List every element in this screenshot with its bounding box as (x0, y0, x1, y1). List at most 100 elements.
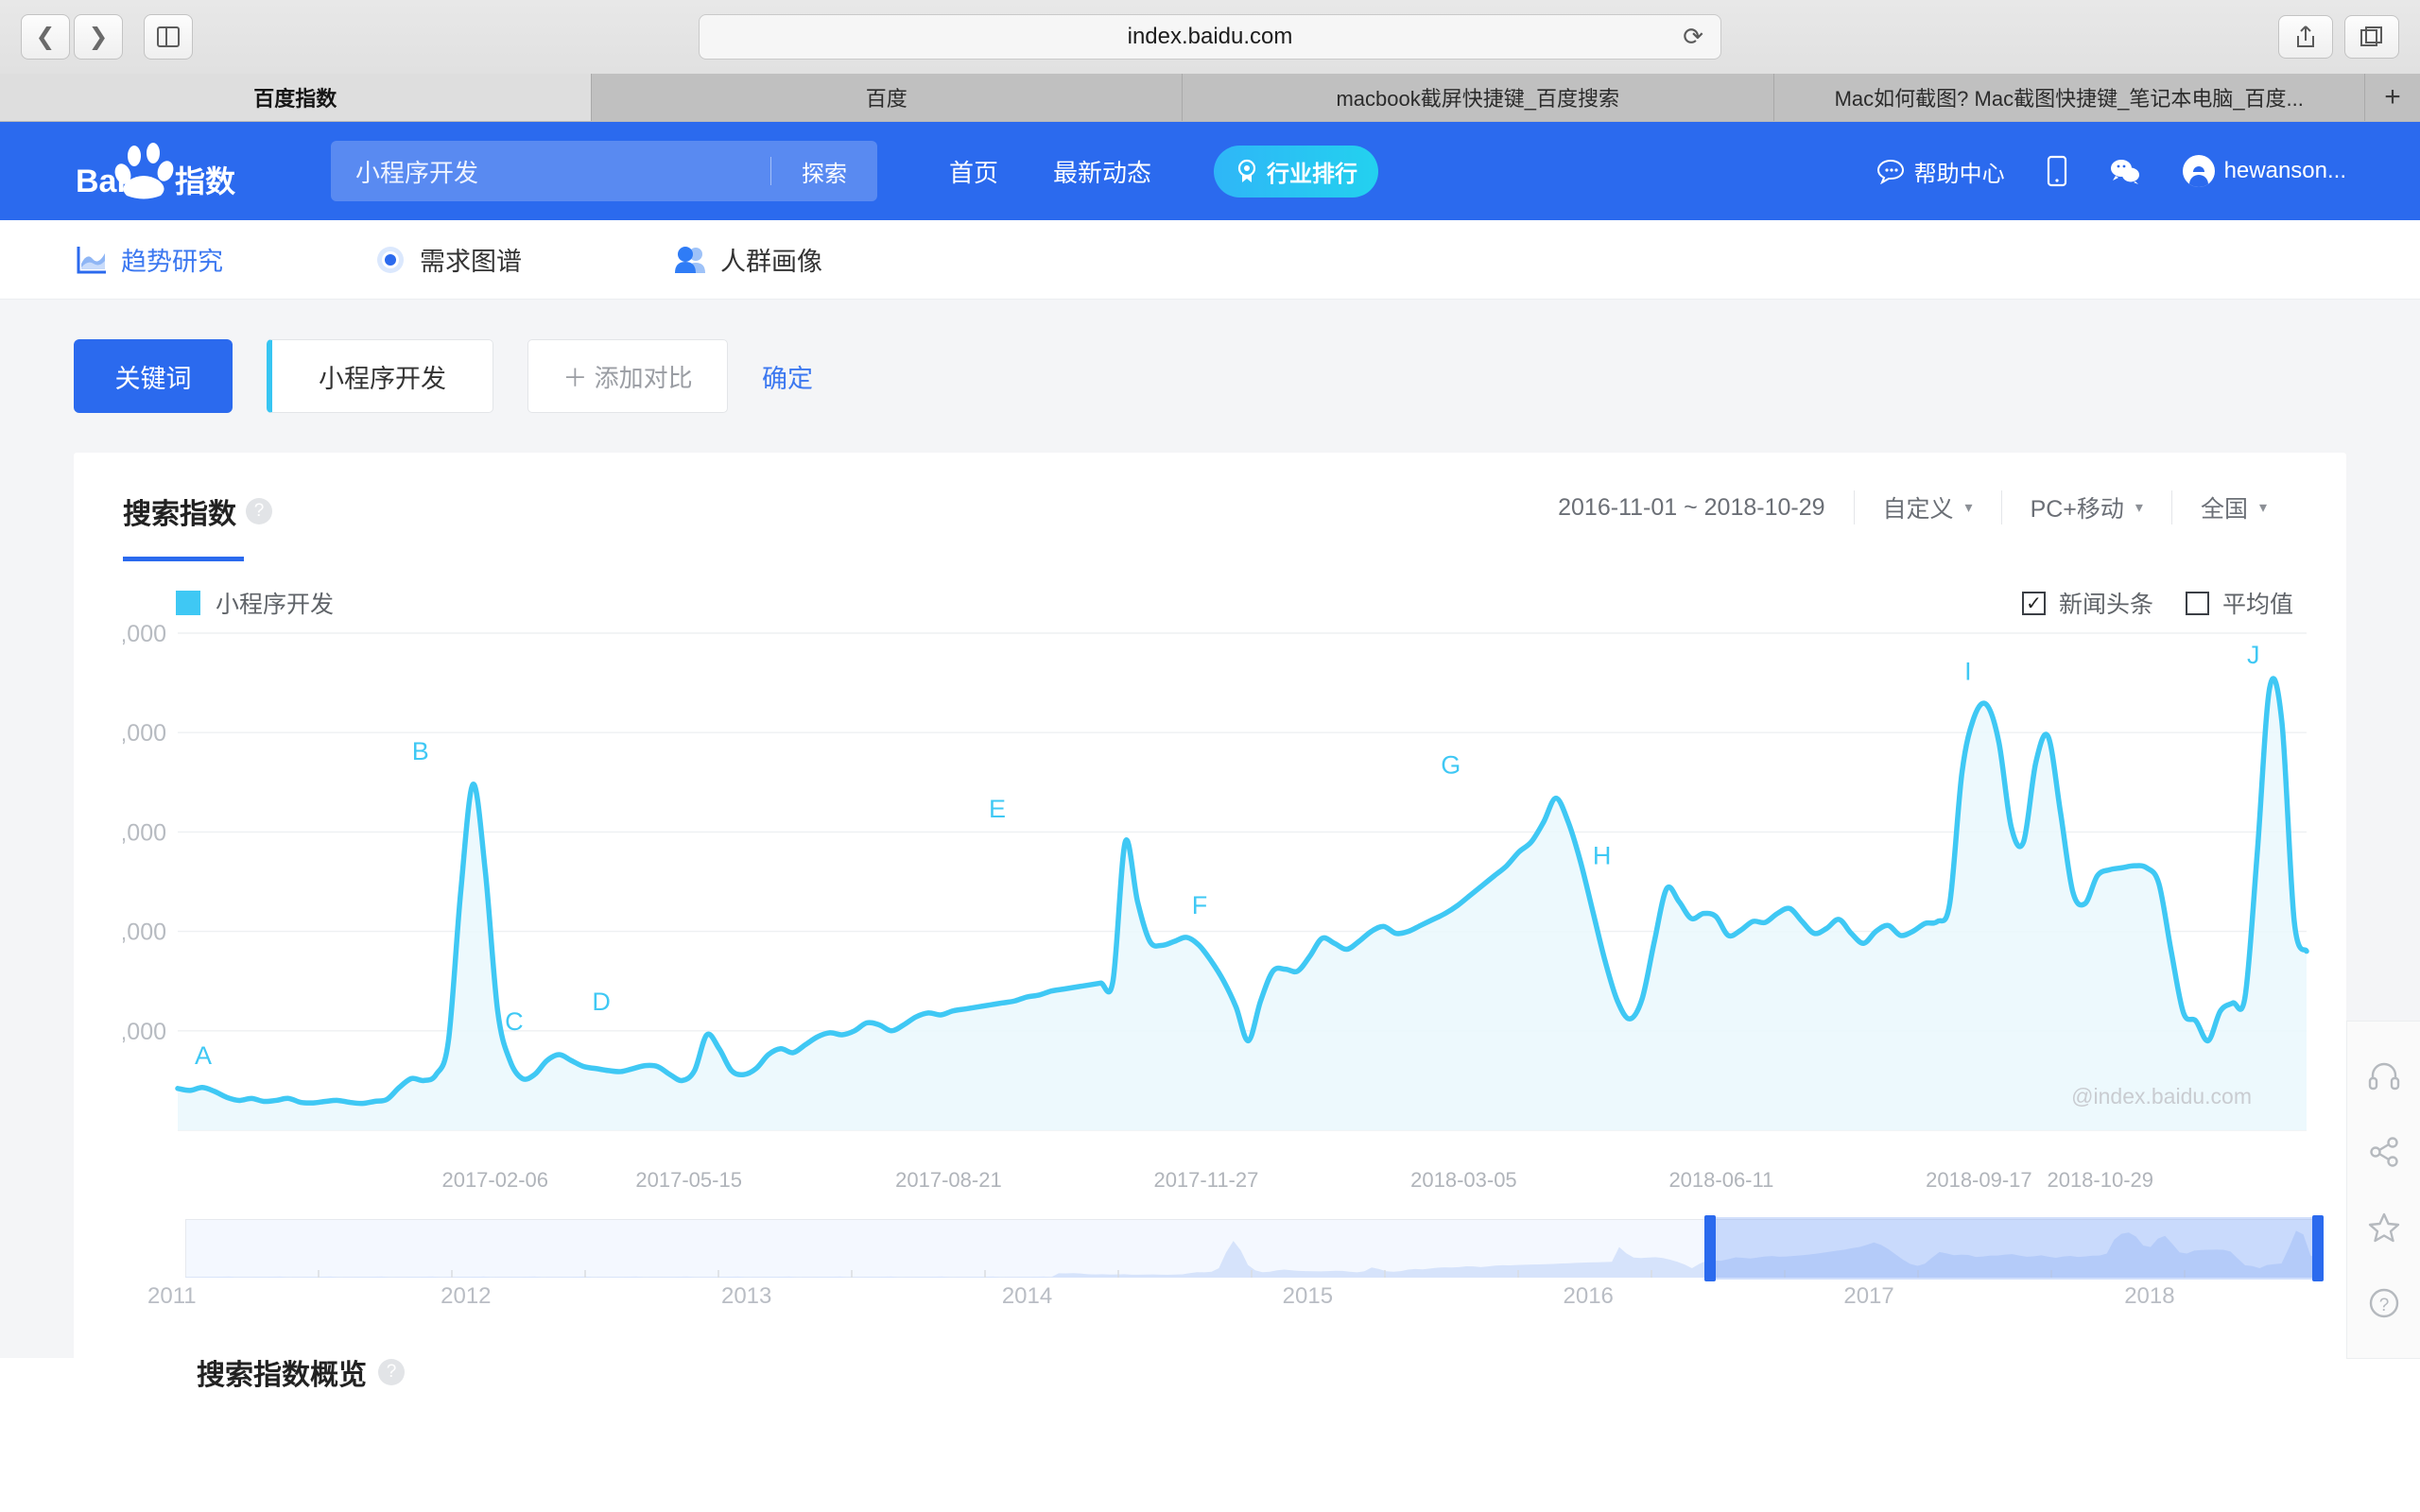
tab-title: macbook截屏快捷键_百度搜索 (1336, 87, 1619, 111)
browser-chrome: ❮ ❯ index.baidu.com ⟳ 百度指数 百度 macbook截屏快… (0, 0, 2420, 122)
mobile-app-button[interactable] (2047, 155, 2067, 187)
show-tabs-button[interactable] (2344, 15, 2399, 59)
back-button[interactable]: ❮ (21, 14, 70, 60)
search-index-line-chart[interactable]: 1,000 2,000 3,000 4,000 5,000 A B C D E F G H I J (123, 620, 2312, 1168)
search-index-card: 搜索指数 ? 2016-11-01 ~ 2018-10-29 自定义 ▾ PC+… (74, 453, 2346, 1421)
checkbox-average[interactable] (2185, 591, 2209, 615)
headset-button[interactable] (2347, 1039, 2420, 1114)
share-icon (2297, 26, 2314, 47)
keyword-tag-button[interactable]: 关键词 (74, 339, 233, 413)
slider-year-label: 2011 (147, 1283, 197, 1309)
baidu-index-logo[interactable]: Bai 指数 (76, 143, 246, 199)
question-icon: ? (2369, 1288, 2398, 1318)
time-range-slider[interactable]: 2011 2012 2013 2014 2015 2016 2017 2018 (147, 1206, 2324, 1310)
date-range-label[interactable]: 2016-11-01 ~ 2018-10-29 (1558, 494, 1853, 522)
svg-text:G: G (1441, 751, 1461, 780)
filter-custom[interactable]: 自定义 ▾ (1853, 490, 2001, 524)
legend-series[interactable]: 小程序开发 (176, 586, 334, 620)
x-axis-tick-label: 2017-11-27 (1153, 1168, 1259, 1192)
wechat-button[interactable] (2109, 158, 2141, 184)
help-chat-icon (1876, 158, 1905, 184)
nav-latest[interactable]: 最新动态 (1053, 154, 1151, 189)
svg-text:A: A (195, 1041, 212, 1070)
tab-bar: 百度指数 百度 macbook截屏快捷键_百度搜索 Mac如何截图? Mac截图… (0, 74, 2420, 121)
browser-tab[interactable]: macbook截屏快捷键_百度搜索 (1183, 74, 1774, 121)
tab-trend-research[interactable]: 趋势研究 (76, 241, 223, 278)
search-explore-button[interactable]: 探索 (771, 155, 877, 188)
x-axis-tick-label: 2018-03-05 (1410, 1168, 1517, 1192)
forward-button[interactable]: ❯ (74, 14, 123, 60)
overview-help-icon[interactable]: ? (378, 1359, 405, 1385)
search-input[interactable]: 小程序开发 (355, 154, 770, 189)
checkbox-news-headline[interactable]: ✓ (2021, 591, 2046, 615)
help-center-link[interactable]: 帮助中心 (1876, 155, 2005, 188)
browser-tab[interactable]: 百度指数 (0, 74, 592, 121)
card-header: 搜索指数 ? 2016-11-01 ~ 2018-10-29 自定义 ▾ PC+… (74, 453, 2346, 561)
slider-year-labels: 2011 2012 2013 2014 2015 2016 2017 2018 (147, 1283, 2318, 1312)
toggle-news-headline-label: 新闻头条 (2058, 592, 2153, 618)
svg-text:J: J (2247, 641, 2260, 669)
chart-watermark: @index.baidu.com (2071, 1084, 2252, 1108)
svg-text:Bai: Bai (76, 163, 126, 199)
browser-tab[interactable]: Mac如何截图? Mac截图快捷键_笔记本电脑_百度... (1773, 74, 2365, 121)
avatar-icon (2182, 155, 2215, 187)
toggle-average[interactable]: 平均值 (2185, 586, 2293, 620)
tab-title: Mac如何截图? Mac截图快捷键_笔记本电脑_百度... (1834, 87, 2304, 111)
filter-region[interactable]: 全国 ▾ (2170, 490, 2295, 524)
slider-year-label: 2016 (1563, 1283, 1614, 1309)
chart-legend-row: 小程序开发 ✓ 新闻头条 平均值 (74, 561, 2346, 620)
baidu-logo-icon: Bai 指数 (76, 143, 236, 199)
x-axis-tick-label: 2018-09-17 (1926, 1168, 2032, 1192)
tab-title: 百度 (865, 87, 908, 111)
tab-title: 百度指数 (253, 87, 337, 111)
confirm-button[interactable]: 确定 (762, 358, 813, 395)
rank-trophy-icon (1237, 159, 1256, 182)
new-tab-button[interactable]: + (2365, 74, 2420, 121)
chevron-down-icon: ▾ (1964, 500, 1973, 516)
search-box[interactable]: 小程序开发 探索 (331, 141, 877, 201)
user-name: hewanson... (2223, 158, 2346, 183)
nav-home[interactable]: 首页 (949, 154, 998, 189)
filter-device[interactable]: PC+移动 ▾ (2000, 490, 2171, 524)
page-body: 关键词 小程序开发 ＋ 添加对比 确定 搜索指数 ? 2016-11-01 ~ … (0, 300, 2420, 1421)
svg-text:3,000: 3,000 (123, 819, 166, 846)
industry-rank-button[interactable]: 行业排行 (1214, 145, 1379, 198)
mobile-phone-icon (2047, 155, 2067, 187)
svg-text:D: D (592, 988, 611, 1016)
address-bar[interactable]: index.baidu.com ⟳ (699, 14, 1721, 60)
reload-icon[interactable]: ⟳ (1683, 23, 1703, 52)
toggle-news-headline[interactable]: ✓ 新闻头条 (2021, 586, 2153, 620)
keyword-chip[interactable]: 小程序开发 (267, 339, 493, 413)
slider-handle-left[interactable] (1704, 1215, 1717, 1281)
slider-year-label: 2014 (1001, 1283, 1053, 1309)
slider-selection[interactable] (1710, 1217, 2318, 1280)
star-icon (2368, 1212, 2399, 1243)
slider-handle-right[interactable] (2312, 1215, 2324, 1281)
help-icon[interactable]: ? (246, 498, 272, 524)
x-axis-tick-label: 2018-06-11 (1668, 1168, 1774, 1192)
trend-chart-icon (76, 245, 108, 275)
x-axis-tick-label: 2018-10-29 (2047, 1168, 2154, 1192)
sidebar-toggle-button[interactable] (144, 14, 193, 60)
browser-tab[interactable]: 百度 (591, 74, 1183, 121)
share-button[interactable] (2347, 1114, 2420, 1190)
svg-text:B: B (412, 737, 429, 765)
slider-year-label: 2017 (1843, 1283, 1894, 1309)
legend-color-swatch (176, 591, 200, 615)
tab-demand-graph[interactable]: 需求图谱 (374, 241, 522, 278)
share-button[interactable] (2278, 15, 2333, 59)
address-text: index.baidu.com (1127, 24, 1293, 49)
new-tab-icon (2360, 26, 2382, 46)
tab-trend-research-label: 趋势研究 (121, 248, 223, 276)
help-button[interactable]: ? (2347, 1265, 2420, 1341)
add-comparison-button[interactable]: ＋ 添加对比 (527, 339, 728, 413)
favorite-button[interactable] (2347, 1190, 2420, 1265)
tab-crowd-portrait[interactable]: 人群画像 (673, 241, 822, 278)
card-title-block: 搜索指数 ? (123, 490, 272, 561)
chevron-down-icon: ▾ (2135, 500, 2143, 516)
chart-container[interactable]: 1,000 2,000 3,000 4,000 5,000 A B C D E F G H I J @ind… (74, 620, 2346, 1168)
x-axis-tick-label: 2017-08-21 (895, 1168, 1002, 1192)
slider-year-label: 2018 (2124, 1283, 2175, 1309)
user-account[interactable]: hewanson... (2182, 155, 2346, 187)
chevron-down-icon: ▾ (2258, 500, 2267, 516)
